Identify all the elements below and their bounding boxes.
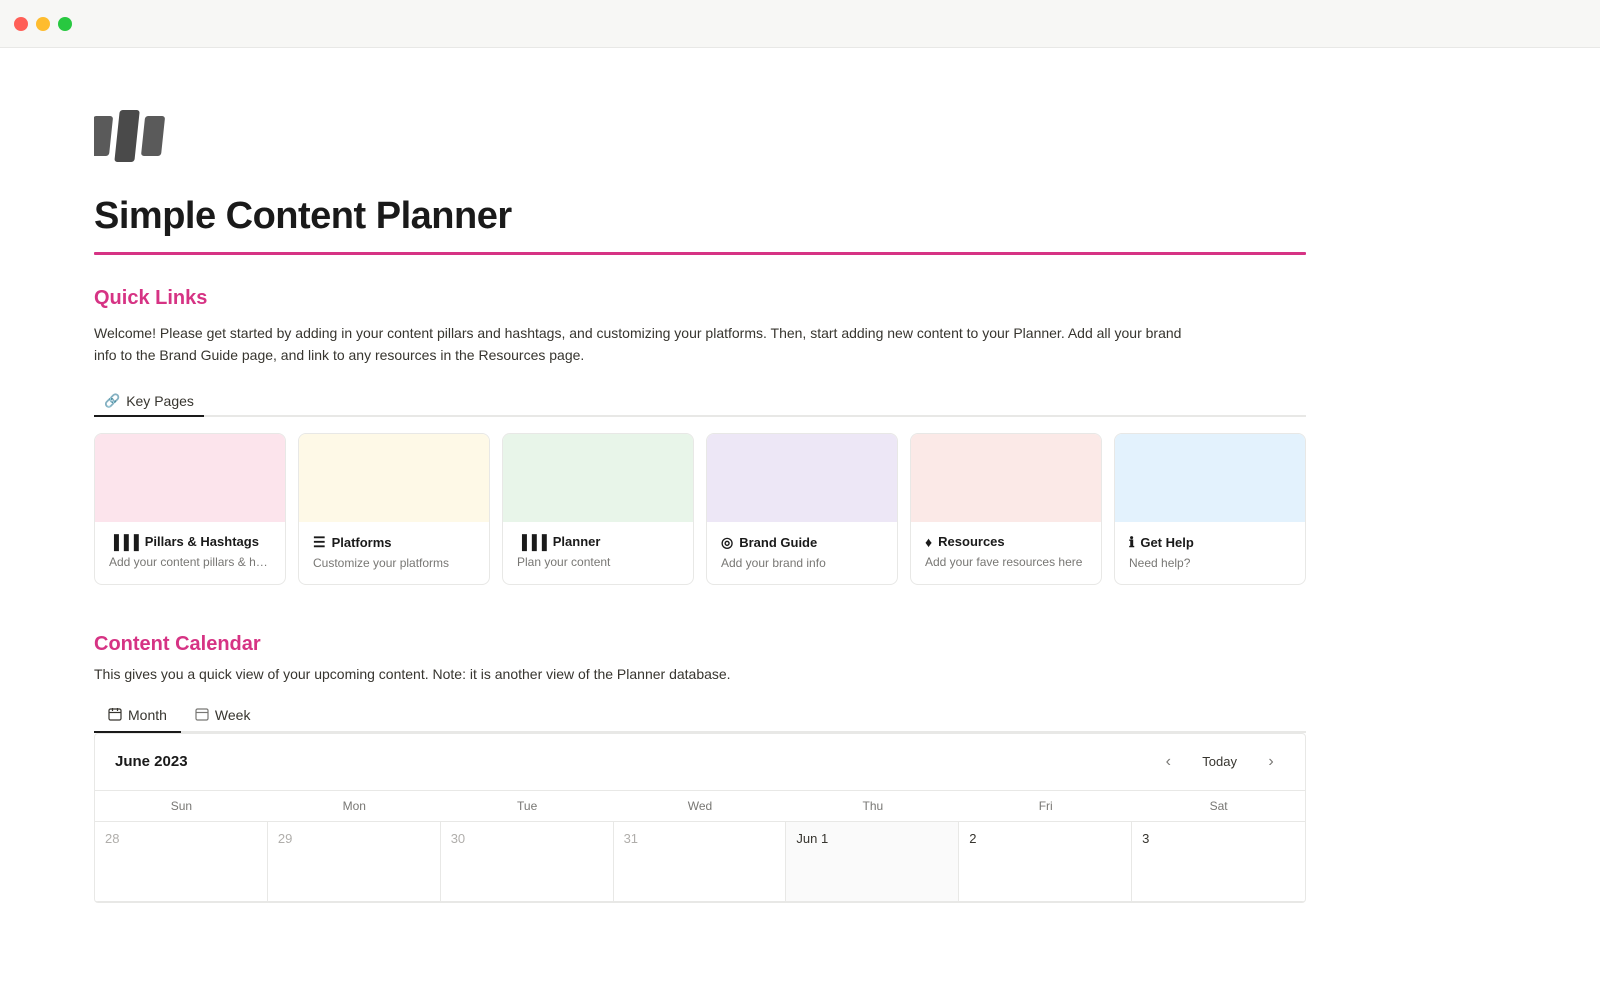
calendar-grid: 28 29 30 31 Jun 1 2 3: [95, 822, 1305, 902]
card-body-4: ♦ Resources Add your fave resources here: [911, 522, 1101, 583]
card-subtitle-4: Add your fave resources here: [925, 555, 1087, 569]
link-icon: 🔗: [104, 393, 120, 409]
cal-date-31: 31: [624, 831, 638, 846]
cal-date-30: 30: [451, 831, 465, 846]
calendar-days-header: Sun Mon Tue Wed Thu Fri Sat: [95, 791, 1305, 822]
cal-date-28: 28: [105, 831, 119, 846]
cal-cell-jun1[interactable]: Jun 1: [786, 822, 959, 902]
card-color-block-4: [911, 434, 1101, 522]
card-color-block-3: [707, 434, 897, 522]
card-title-1: ☰ Platforms: [313, 534, 475, 551]
cal-cell-3[interactable]: 3: [1132, 822, 1305, 902]
title-divider: [94, 252, 1306, 255]
card-body-1: ☰ Platforms Customize your platforms: [299, 522, 489, 584]
card-subtitle-0: Add your content pillars & hasht...: [109, 555, 271, 569]
day-header-fri: Fri: [959, 791, 1132, 821]
calendar-month-icon: [108, 707, 122, 724]
card-body-3: ◎ Brand Guide Add your brand info: [707, 522, 897, 584]
main-content: Simple Content Planner Quick Links Welco…: [0, 48, 1400, 983]
cal-date-2: 2: [969, 831, 976, 846]
calendar-month-title: June 2023: [115, 753, 188, 770]
tab-week[interactable]: Week: [181, 700, 265, 733]
pillars-icon: ▐▐▐: [109, 534, 139, 550]
quick-links-section: Quick Links Welcome! Please get started …: [94, 287, 1306, 585]
card-title-3: ◎ Brand Guide: [721, 534, 883, 551]
cal-cell-29[interactable]: 29: [268, 822, 441, 902]
card-subtitle-1: Customize your platforms: [313, 556, 475, 570]
quick-links-heading: Quick Links: [94, 287, 1306, 310]
help-icon: ℹ: [1129, 534, 1134, 551]
day-header-thu: Thu: [786, 791, 959, 821]
card-color-block-5: [1115, 434, 1305, 522]
close-button[interactable]: [14, 17, 28, 31]
calendar-navigation: ‹ Today ›: [1154, 748, 1285, 776]
week-tab-label: Week: [215, 707, 251, 723]
card-color-block-1: [299, 434, 489, 522]
card-color-block-2: [503, 434, 693, 522]
day-header-sun: Sun: [95, 791, 268, 821]
content-calendar-section: Content Calendar This gives you a quick …: [94, 633, 1306, 903]
key-pages-tab[interactable]: 🔗 Key Pages: [94, 387, 204, 417]
card-platforms[interactable]: ☰ Platforms Customize your platforms: [298, 433, 490, 585]
planner-icon: ▐▐▐: [517, 534, 547, 550]
page-title: Simple Content Planner: [94, 195, 1306, 238]
content-calendar-description: This gives you a quick view of your upco…: [94, 666, 1306, 682]
cal-date-29: 29: [278, 831, 292, 846]
day-header-wed: Wed: [614, 791, 787, 821]
card-title-2: ▐▐▐ Planner: [517, 534, 679, 550]
calendar-prev-button[interactable]: ‹: [1154, 748, 1182, 776]
tab-month[interactable]: Month: [94, 700, 181, 733]
calendar-header: June 2023 ‹ Today ›: [95, 734, 1305, 791]
key-pages-tab-area: 🔗 Key Pages: [94, 387, 1306, 417]
cal-date-3: 3: [1142, 831, 1149, 846]
calendar-week-icon: [195, 707, 209, 724]
day-header-sat: Sat: [1132, 791, 1305, 821]
card-title-5: ℹ Get Help: [1129, 534, 1291, 551]
brand-guide-icon: ◎: [721, 534, 733, 551]
app-logo: [94, 108, 166, 164]
cal-cell-31[interactable]: 31: [614, 822, 787, 902]
card-pillars-hashtags[interactable]: ▐▐▐ Pillars & Hashtags Add your content …: [94, 433, 286, 585]
content-calendar-heading: Content Calendar: [94, 633, 1306, 656]
calendar-container: June 2023 ‹ Today › Sun Mon Tue Wed Thu …: [94, 733, 1306, 903]
logo-area: [94, 108, 1306, 167]
platforms-icon: ☰: [313, 534, 326, 551]
cal-cell-28[interactable]: 28: [95, 822, 268, 902]
day-header-tue: Tue: [441, 791, 614, 821]
cal-cell-2[interactable]: 2: [959, 822, 1132, 902]
calendar-today-button[interactable]: Today: [1190, 749, 1249, 774]
card-get-help[interactable]: ℹ Get Help Need help?: [1114, 433, 1306, 585]
month-tab-label: Month: [128, 707, 167, 723]
tab-label: Key Pages: [126, 393, 194, 409]
cal-date-jun1: Jun 1: [796, 831, 828, 846]
card-planner[interactable]: ▐▐▐ Planner Plan your content: [502, 433, 694, 585]
calendar-next-button[interactable]: ›: [1257, 748, 1285, 776]
titlebar: [0, 0, 1600, 48]
card-subtitle-3: Add your brand info: [721, 556, 883, 570]
card-body-2: ▐▐▐ Planner Plan your content: [503, 522, 693, 583]
minimize-button[interactable]: [36, 17, 50, 31]
cal-cell-30[interactable]: 30: [441, 822, 614, 902]
quick-links-description: Welcome! Please get started by adding in…: [94, 322, 1194, 367]
card-brand-guide[interactable]: ◎ Brand Guide Add your brand info: [706, 433, 898, 585]
card-subtitle-5: Need help?: [1129, 556, 1291, 570]
card-subtitle-2: Plan your content: [517, 555, 679, 569]
fullscreen-button[interactable]: [58, 17, 72, 31]
resources-icon: ♦: [925, 534, 932, 550]
card-title-0: ▐▐▐ Pillars & Hashtags: [109, 534, 271, 550]
card-color-block-0: [95, 434, 285, 522]
card-resources[interactable]: ♦ Resources Add your fave resources here: [910, 433, 1102, 585]
card-title-4: ♦ Resources: [925, 534, 1087, 550]
card-body-0: ▐▐▐ Pillars & Hashtags Add your content …: [95, 522, 285, 583]
card-body-5: ℹ Get Help Need help?: [1115, 522, 1305, 584]
cards-grid: ▐▐▐ Pillars & Hashtags Add your content …: [94, 433, 1306, 585]
day-header-mon: Mon: [268, 791, 441, 821]
calendar-tabs: Month Week: [94, 700, 1306, 733]
